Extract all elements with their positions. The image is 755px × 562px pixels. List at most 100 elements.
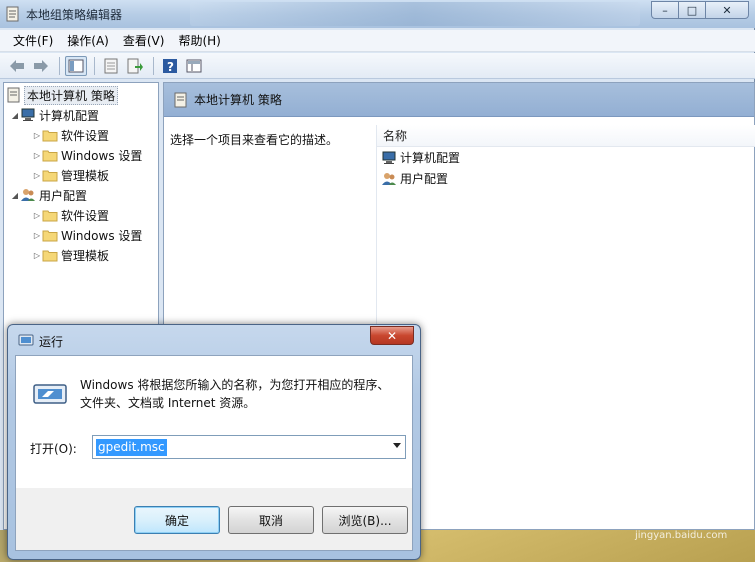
background-blur bbox=[190, 2, 640, 26]
computer-icon bbox=[21, 108, 35, 121]
expand-arrow-icon[interactable]: ▷ bbox=[32, 131, 42, 140]
run-dialog-title: 运行 bbox=[39, 335, 64, 349]
tree-item-software-settings[interactable]: ▷ 软件设置 bbox=[32, 125, 109, 145]
list-item-label: 用户配置 bbox=[400, 172, 449, 186]
tree-label: 计算机配置 bbox=[39, 108, 100, 123]
watermark-brand: Bai du 经验 bbox=[615, 507, 698, 523]
folder-icon bbox=[42, 230, 58, 242]
export-list-icon bbox=[127, 58, 143, 73]
computer-icon bbox=[382, 151, 396, 164]
svg-text:?: ? bbox=[167, 60, 174, 74]
minimize-button[interactable]: – bbox=[651, 1, 679, 19]
tree-item-windows-settings[interactable]: ▷ Windows 设置 bbox=[32, 145, 142, 165]
tree-item-admin-templates[interactable]: ▷ 管理模板 bbox=[32, 165, 109, 185]
folder-icon bbox=[42, 170, 58, 182]
items-list: 名称 计算机配置 用户配置 bbox=[376, 125, 755, 531]
tree-label: Windows 设置 bbox=[61, 148, 143, 163]
close-button[interactable]: ✕ bbox=[705, 1, 749, 19]
user-icon bbox=[21, 189, 35, 201]
toolbar: ? bbox=[0, 53, 755, 79]
collapse-arrow-icon[interactable]: ◢ bbox=[10, 191, 20, 200]
folder-icon bbox=[42, 130, 58, 142]
details-title: 本地计算机 策略 bbox=[194, 93, 282, 107]
folder-icon bbox=[42, 210, 58, 222]
description-text: 选择一个项目来查看它的描述。 bbox=[170, 133, 339, 147]
tree-label: 软件设置 bbox=[61, 128, 110, 143]
menu-help[interactable]: 帮助(H) bbox=[171, 30, 227, 52]
tree-label: 用户配置 bbox=[39, 188, 88, 203]
expand-arrow-icon[interactable]: ▷ bbox=[32, 231, 42, 240]
tree-item-software-settings[interactable]: ▷ 软件设置 bbox=[32, 205, 109, 225]
column-header-name[interactable]: 名称 bbox=[377, 125, 755, 147]
menu-action[interactable]: 操作(A) bbox=[60, 30, 116, 52]
policy-document-icon bbox=[6, 6, 19, 22]
tree-label: 管理模板 bbox=[61, 168, 110, 183]
menu-view[interactable]: 查看(V) bbox=[116, 30, 172, 52]
ok-button[interactable]: 确定 bbox=[134, 506, 220, 534]
properties-icon bbox=[104, 58, 118, 73]
run-dialog-content: Windows 将根据您所输入的名称，为您打开相应的程序、 文件夹、文档或 In… bbox=[16, 356, 412, 488]
tree-label: Windows 设置 bbox=[61, 228, 143, 243]
list-item-label: 计算机配置 bbox=[400, 151, 461, 165]
policy-document-icon bbox=[7, 87, 20, 103]
tree-user-config[interactable]: ◢ 用户配置 bbox=[10, 185, 87, 205]
forward-button[interactable] bbox=[30, 56, 52, 76]
expand-arrow-icon[interactable]: ▷ bbox=[32, 171, 42, 180]
dropdown-arrow-icon[interactable] bbox=[393, 443, 401, 448]
help-button[interactable]: ? bbox=[159, 56, 181, 76]
tree-item-admin-templates[interactable]: ▷ 管理模板 bbox=[32, 245, 109, 265]
toolbar-separator bbox=[59, 56, 60, 75]
run-program-icon bbox=[33, 384, 67, 404]
collapse-arrow-icon[interactable]: ◢ bbox=[10, 111, 20, 120]
main-titlebar[interactable]: 本地组策略编辑器 – □ ✕ bbox=[0, 0, 755, 28]
list-item[interactable]: 计算机配置 bbox=[377, 147, 755, 168]
watermark-url: jingyan.baidu.com bbox=[635, 530, 728, 541]
tree-label: 软件设置 bbox=[61, 208, 110, 223]
help-icon: ? bbox=[163, 58, 177, 74]
folder-icon bbox=[42, 250, 58, 262]
folder-icon bbox=[42, 150, 58, 162]
show-tree-icon bbox=[68, 59, 84, 72]
run-close-button[interactable]: ✕ bbox=[370, 326, 414, 345]
open-label: 打开(O): bbox=[30, 442, 77, 456]
view-pane-icon bbox=[186, 59, 202, 72]
user-icon bbox=[382, 172, 396, 185]
run-dialog: 运行 ✕ Windows 将根据您所输入的名称，为您打开相应的程序、 文件夹、文… bbox=[7, 324, 421, 560]
tree-root-label: 本地计算机 策略 bbox=[24, 85, 118, 105]
run-instructions: Windows 将根据您所输入的名称，为您打开相应的程序、 文件夹、文档或 In… bbox=[80, 376, 400, 412]
tree-item-windows-settings[interactable]: ▷ Windows 设置 bbox=[32, 225, 142, 245]
maximize-button[interactable]: □ bbox=[678, 1, 706, 19]
show-hide-tree-button[interactable] bbox=[65, 55, 87, 76]
details-header: 本地计算机 策略 bbox=[164, 83, 754, 117]
watermark: Bai du 经验 jingyan.baidu.com bbox=[575, 478, 735, 548]
back-button[interactable] bbox=[6, 56, 28, 76]
properties-button[interactable] bbox=[100, 56, 122, 76]
tree-root[interactable]: 本地计算机 策略 bbox=[7, 85, 118, 105]
browse-button[interactable]: 浏览(B)... bbox=[322, 506, 408, 534]
tree-label: 管理模板 bbox=[61, 248, 110, 263]
export-list-button[interactable] bbox=[124, 56, 146, 76]
cancel-button[interactable]: 取消 bbox=[228, 506, 314, 534]
caption-buttons: – □ ✕ bbox=[651, 1, 749, 19]
paw-logo-icon bbox=[576, 496, 612, 526]
view-pane-button[interactable] bbox=[183, 56, 205, 76]
policy-document-icon bbox=[174, 92, 187, 107]
menu-bar: 文件(F) 操作(A) 查看(V) 帮助(H) bbox=[0, 30, 755, 52]
open-input-value[interactable]: gpedit.msc bbox=[96, 439, 167, 456]
tree-computer-config[interactable]: ◢ 计算机配置 bbox=[10, 105, 99, 125]
run-dialog-body: Windows 将根据您所输入的名称，为您打开相应的程序、 文件夹、文档或 In… bbox=[15, 355, 413, 551]
toolbar-separator bbox=[94, 56, 95, 75]
expand-arrow-icon[interactable]: ▷ bbox=[32, 211, 42, 220]
back-arrow-icon bbox=[10, 59, 24, 72]
window-title: 本地组策略编辑器 bbox=[26, 8, 123, 22]
toolbar-separator bbox=[153, 56, 154, 75]
expand-arrow-icon[interactable]: ▷ bbox=[32, 151, 42, 160]
run-instructions-line: Windows 将根据您所输入的名称，为您打开相应的程序、 bbox=[80, 378, 390, 392]
forward-arrow-icon bbox=[34, 59, 48, 72]
open-combobox[interactable]: gpedit.msc bbox=[92, 435, 406, 459]
run-icon bbox=[18, 334, 34, 346]
list-item[interactable]: 用户配置 bbox=[377, 168, 755, 189]
menu-file[interactable]: 文件(F) bbox=[6, 30, 60, 52]
expand-arrow-icon[interactable]: ▷ bbox=[32, 251, 42, 260]
run-instructions-line: 文件夹、文档或 Internet 资源。 bbox=[80, 396, 256, 410]
